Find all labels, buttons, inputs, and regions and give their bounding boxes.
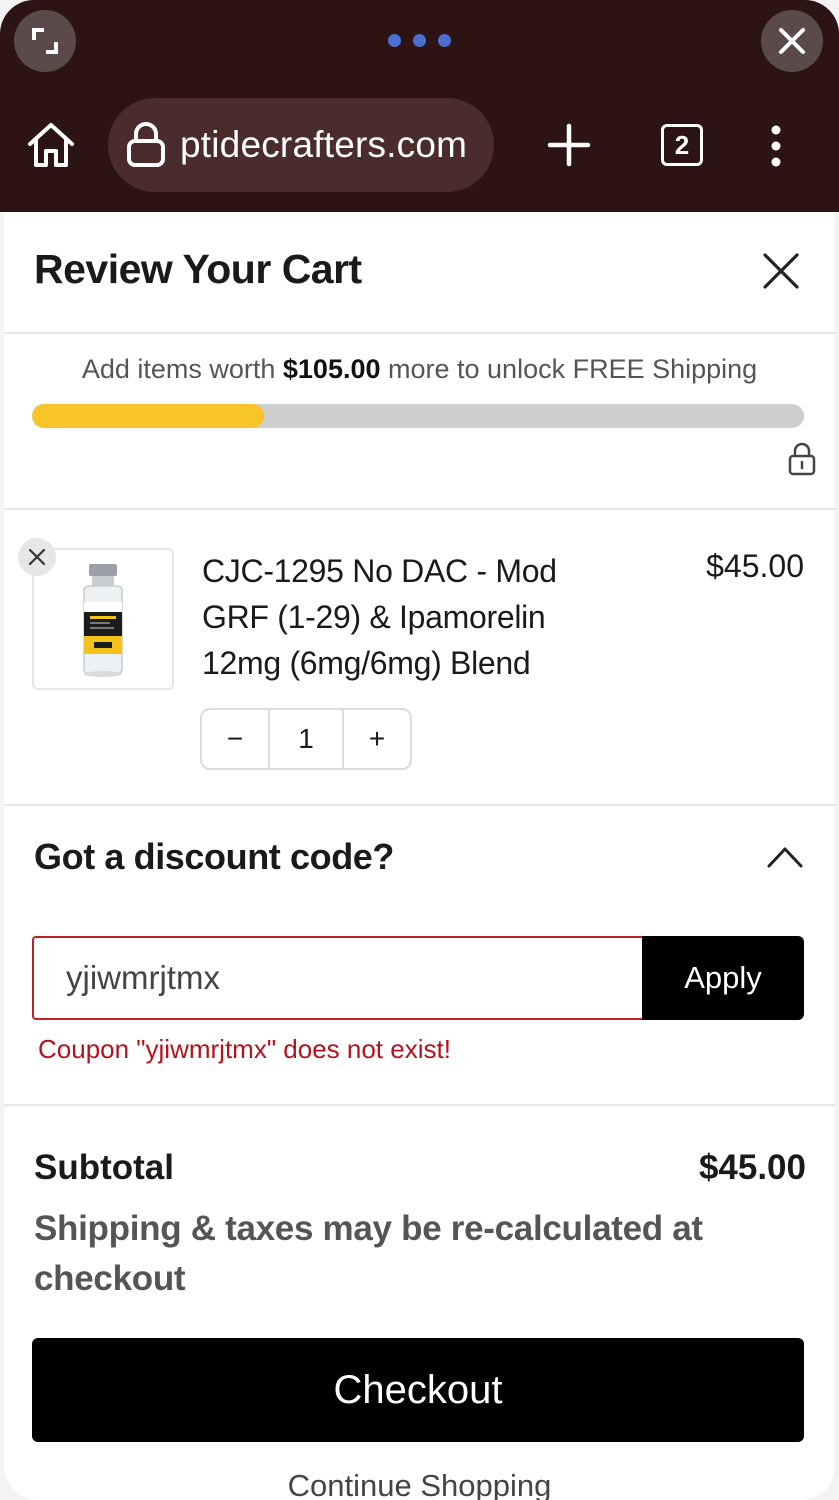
remove-item-button[interactable]	[18, 538, 56, 576]
expand-button[interactable]	[14, 10, 76, 72]
cart-header: Review Your Cart	[4, 212, 835, 334]
coupon-input[interactable]	[32, 936, 644, 1020]
close-cart-icon[interactable]	[760, 250, 802, 292]
page-title: Review Your Cart	[34, 246, 362, 292]
divider	[4, 1104, 835, 1106]
shipping-progress-bar	[32, 404, 804, 428]
shipping-amount: $105.00	[282, 354, 381, 384]
free-shipping-message: Add items worth $105.00 more to unlock F…	[4, 354, 835, 385]
lock-icon	[788, 442, 816, 476]
shipping-progress-fill	[32, 404, 264, 428]
product-image[interactable]	[32, 548, 174, 690]
close-icon	[779, 28, 805, 54]
coupon-error-message: Coupon "yjiwmrjtmx" does not exist!	[38, 1034, 451, 1064]
continue-shopping-link[interactable]: Continue Shopping	[4, 1468, 835, 1500]
subtotal-value: $45.00	[698, 1148, 806, 1187]
expand-icon	[32, 28, 58, 54]
drag-handle[interactable]	[388, 34, 451, 47]
quantity-value[interactable]: 1	[268, 710, 344, 768]
vial-image	[83, 564, 123, 677]
increase-quantity-button[interactable]: +	[344, 710, 410, 768]
divider	[4, 804, 835, 806]
cart-drawer: Review Your Cart Add items worth $105.00…	[4, 212, 835, 1500]
quantity-stepper: − 1 +	[200, 708, 412, 770]
close-icon	[28, 548, 46, 566]
decrease-quantity-button[interactable]: −	[202, 710, 268, 768]
url-text: ptidecrafters.com	[180, 124, 468, 165]
product-name[interactable]: CJC-1295 No DAC - Mod GRF (1-29) & Ipamo…	[202, 548, 622, 686]
browser-toolbar: ptidecrafters.com 2	[0, 0, 839, 212]
home-icon[interactable]	[24, 118, 78, 172]
product-price: $45.00	[706, 548, 804, 584]
checkout-button[interactable]: Checkout	[32, 1338, 804, 1442]
shipping-prefix: Add items worth	[81, 354, 283, 384]
subtotal-label: Subtotal	[34, 1148, 174, 1187]
shipping-note: Shipping & taxes may be re-calculated at…	[34, 1209, 703, 1298]
address-bar[interactable]: ptidecrafters.com	[108, 98, 494, 192]
new-tab-icon[interactable]	[546, 122, 592, 168]
chevron-up-icon[interactable]	[766, 844, 804, 870]
tab-count: 2	[674, 129, 690, 160]
shipping-suffix: more to unlock FREE Shipping	[380, 354, 758, 384]
tabs-icon[interactable]: 2	[661, 124, 703, 166]
discount-toggle[interactable]: Got a discount code?	[34, 836, 394, 878]
menu-icon[interactable]	[768, 124, 784, 168]
divider	[4, 508, 835, 510]
close-window-button[interactable]	[761, 10, 823, 72]
apply-button[interactable]: Apply	[642, 936, 804, 1020]
lock-icon	[127, 122, 165, 167]
